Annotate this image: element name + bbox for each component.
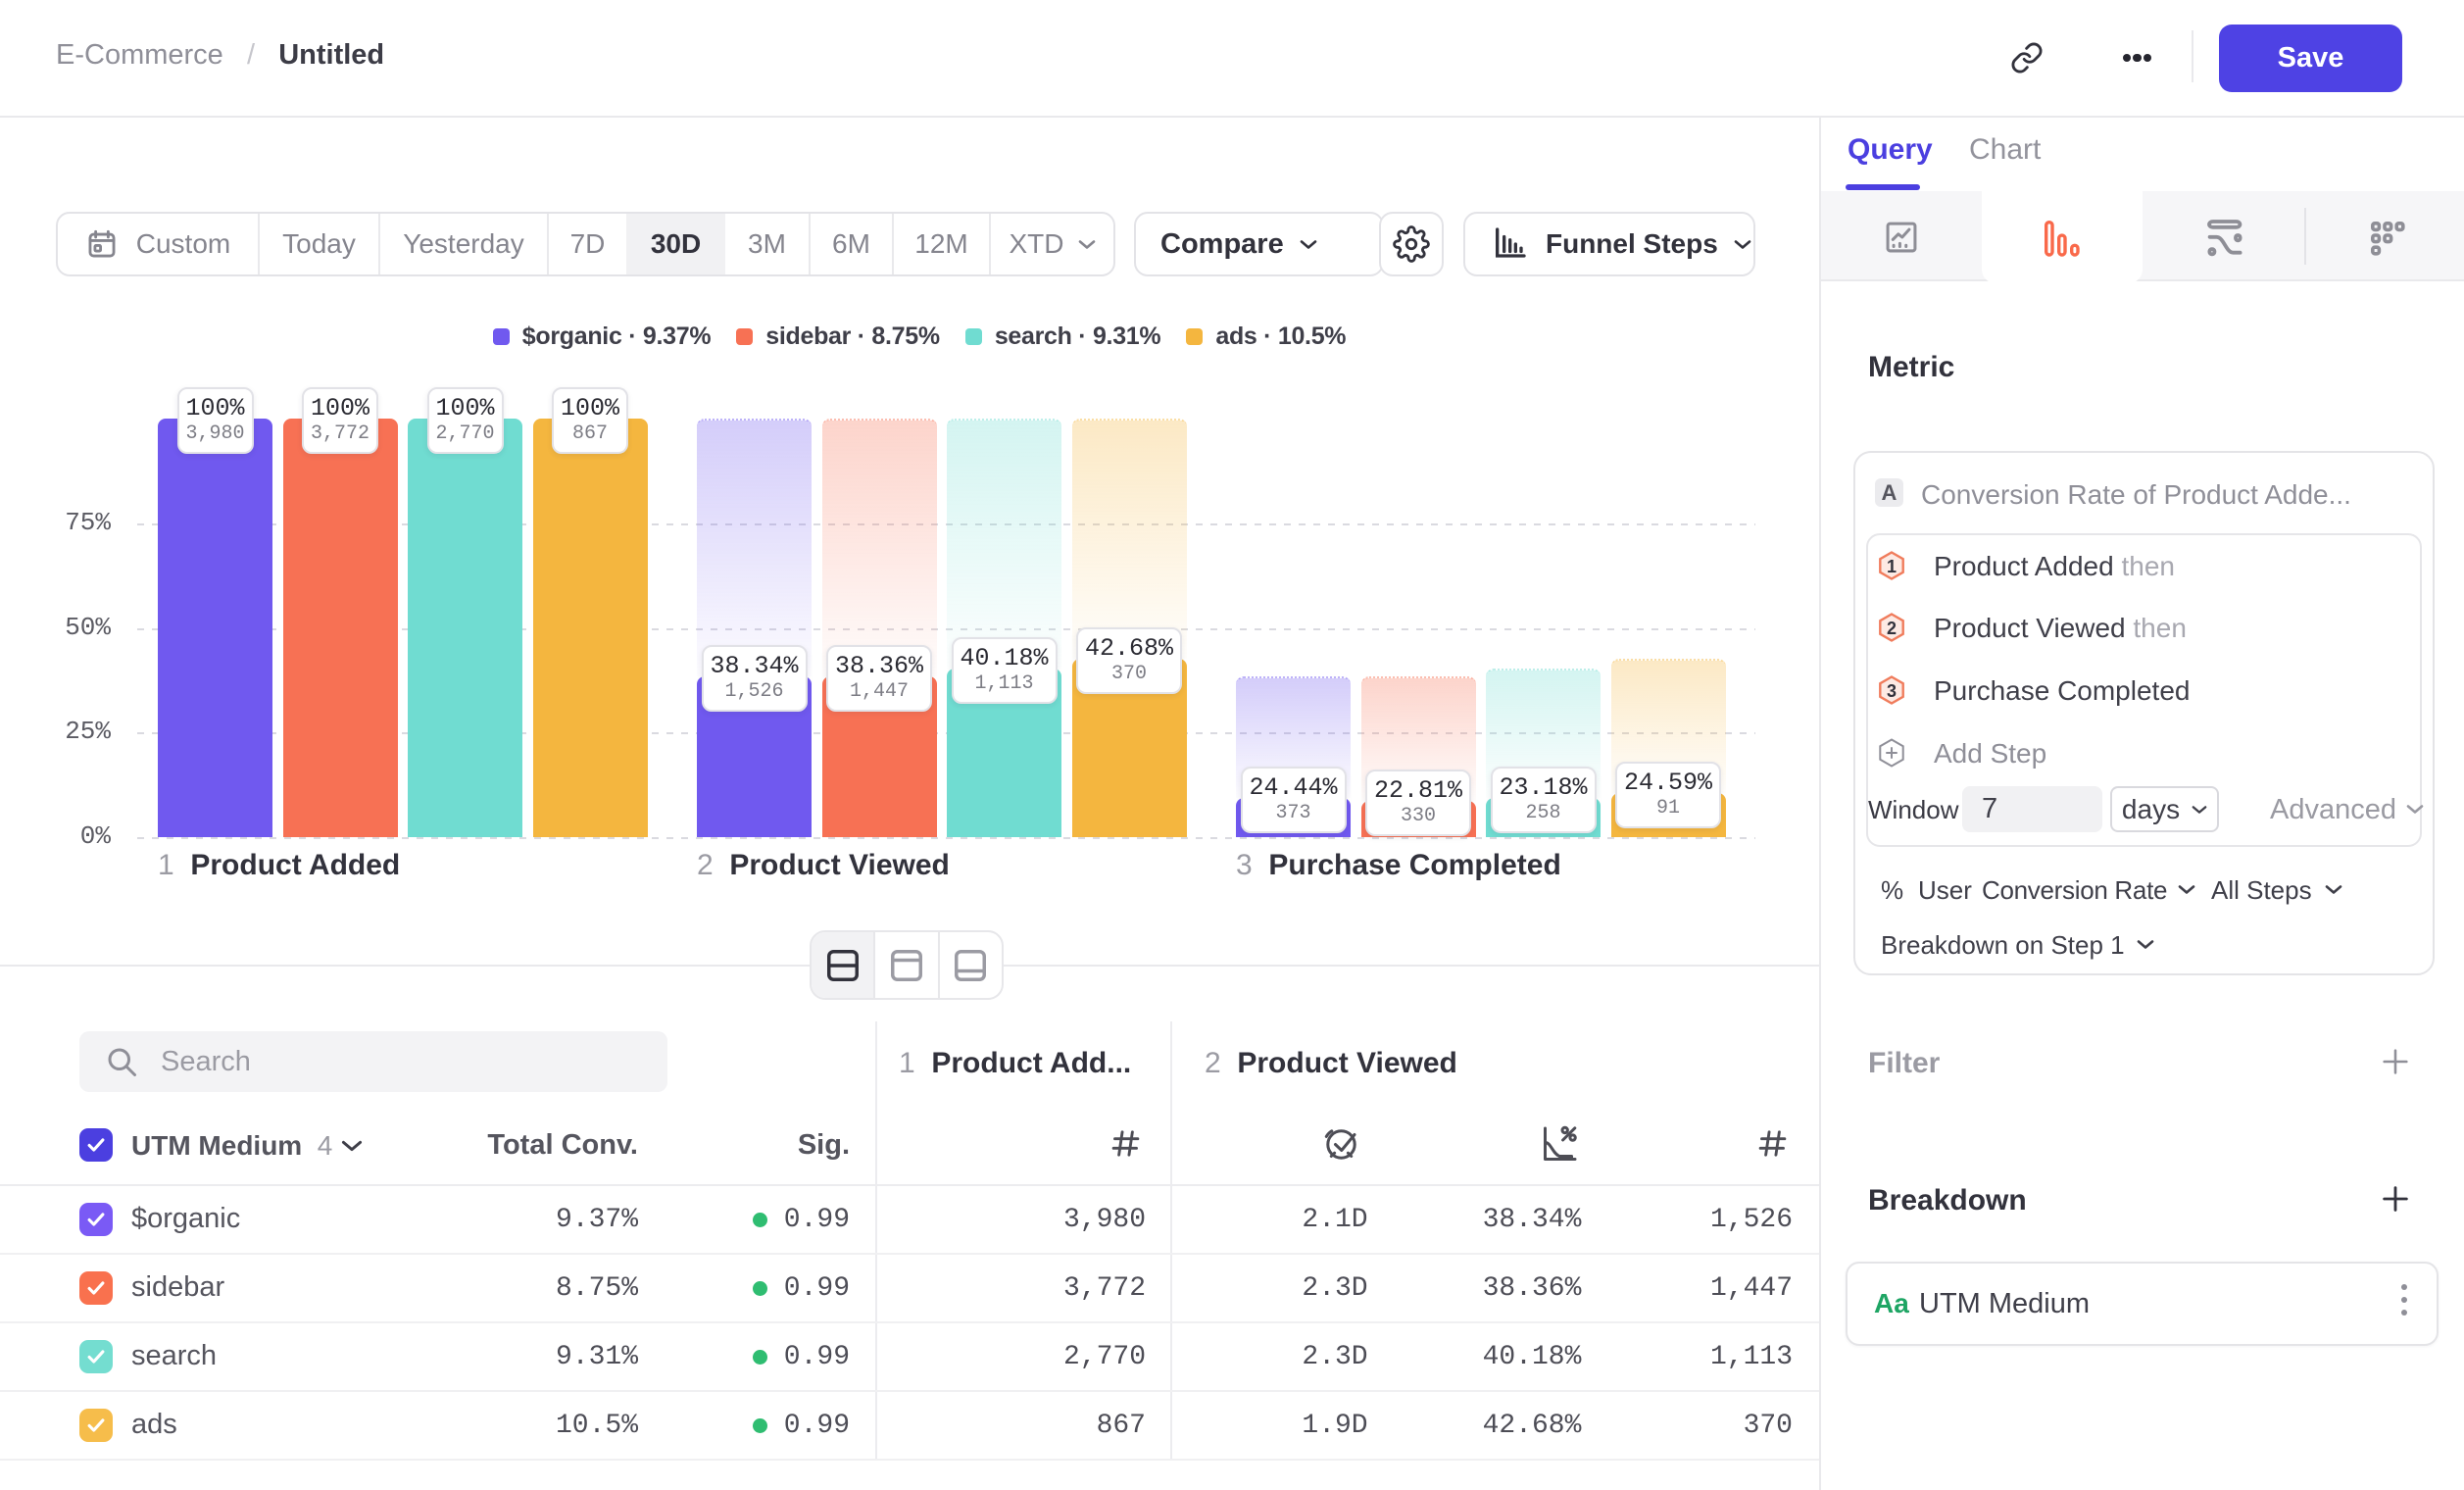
- svg-text:2: 2: [1887, 619, 1897, 638]
- svg-text:1: 1: [1887, 557, 1897, 576]
- svg-text:3: 3: [1887, 681, 1897, 701]
